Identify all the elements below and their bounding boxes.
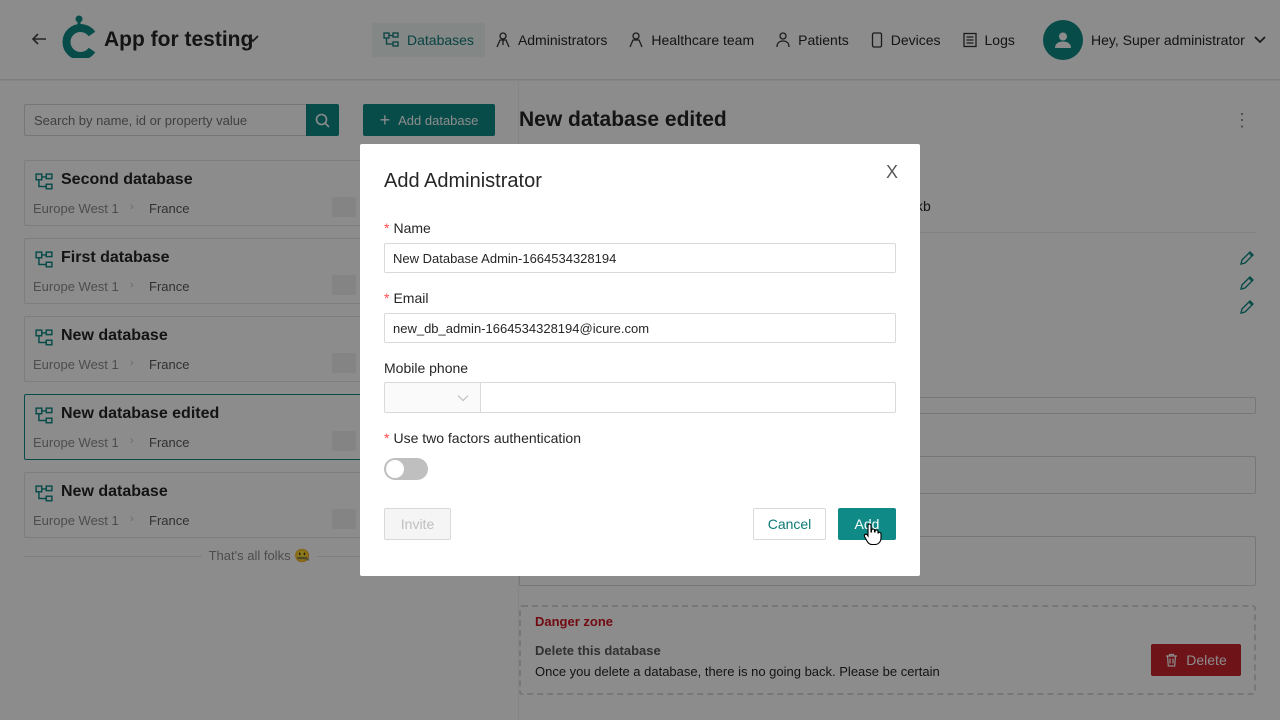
required-mark: * xyxy=(384,220,390,236)
two-factor-toggle[interactable] xyxy=(384,458,428,480)
email-label: * Email xyxy=(384,290,428,306)
modal-title: Add Administrator xyxy=(384,170,542,192)
invite-button[interactable]: Invite xyxy=(384,508,451,540)
mobile-phone-label: Mobile phone xyxy=(384,360,469,376)
two-factor-label-text: Use two factors authentication xyxy=(393,430,581,446)
required-mark: * xyxy=(384,430,390,446)
email-input[interactable] xyxy=(384,313,896,343)
required-mark: * xyxy=(384,290,390,306)
name-label: * Name xyxy=(384,220,431,236)
two-factor-label: * Use two factors authentication xyxy=(384,430,581,446)
hand-cursor-icon xyxy=(863,523,882,546)
country-code-select[interactable] xyxy=(384,382,481,413)
name-label-text: Name xyxy=(393,220,431,236)
name-input[interactable] xyxy=(384,243,896,273)
toggle-knob xyxy=(386,460,404,478)
cancel-button[interactable]: Cancel xyxy=(753,508,826,540)
add-administrator-modal: Add Administrator X *Name *Email Mobile … xyxy=(360,144,920,576)
mobile-phone-input[interactable] xyxy=(480,382,896,413)
email-label-text: Email xyxy=(393,290,429,306)
chevron-down-icon xyxy=(457,395,469,402)
close-icon[interactable]: X xyxy=(884,163,900,181)
